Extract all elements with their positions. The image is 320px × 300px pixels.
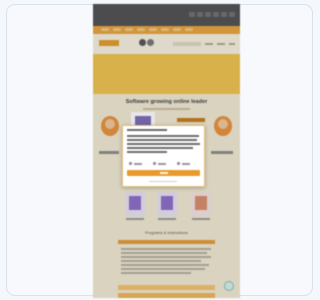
- consent-radio[interactable]: [177, 162, 180, 165]
- website-screenshot: Software growing online leader Programs …: [93, 4, 240, 298]
- consent-modal: [122, 125, 205, 187]
- modal-text-line: [127, 139, 197, 141]
- accept-button-label: [160, 172, 168, 174]
- consent-radio-label: [134, 163, 142, 165]
- consent-radio[interactable]: [153, 162, 156, 165]
- modal-fine-print: [149, 181, 177, 182]
- consent-radio-label: [158, 163, 166, 165]
- modal-text-line: [127, 151, 167, 153]
- modal-text-line: [127, 147, 193, 149]
- consent-radio[interactable]: [129, 162, 132, 165]
- modal-heading: [127, 129, 167, 131]
- consent-radio-label: [182, 163, 190, 165]
- modal-text-line: [127, 143, 200, 145]
- modal-text-line: [127, 135, 199, 137]
- accept-button[interactable]: [127, 170, 200, 176]
